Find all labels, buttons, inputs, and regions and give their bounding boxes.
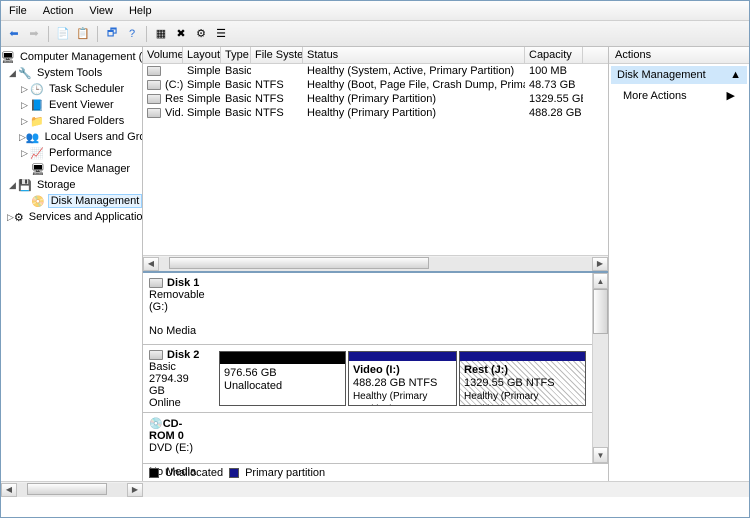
back-icon[interactable]: ⬅ [5, 25, 23, 43]
list-icon[interactable]: ☰ [212, 25, 230, 43]
settings-icon[interactable]: ⚙ [192, 25, 210, 43]
scroll-right-icon[interactable]: ▶ [592, 257, 608, 271]
graphical-view: Disk 1 Removable (G:) No Media Disk 2 Ba… [143, 271, 608, 481]
properties-icon[interactable]: 📋 [74, 25, 92, 43]
menu-help[interactable]: Help [121, 3, 160, 19]
table-row[interactable]: Vid... SimpleBasicNTFSHealthy (Primary P… [143, 106, 608, 120]
disk2-type: Basic [149, 361, 176, 373]
menu-action[interactable]: Action [35, 3, 82, 19]
col-volume[interactable]: Volume [143, 47, 183, 63]
volume-list: SimpleBasicHealthy (System, Active, Prim… [143, 64, 608, 255]
legend-swatch-unalloc [149, 468, 159, 478]
help-icon[interactable]: ? [123, 25, 141, 43]
disk-row[interactable]: Disk 1 Removable (G:) No Media [143, 273, 592, 345]
col-layout[interactable]: Layout [183, 47, 221, 63]
tree-pane: 🖥Computer Management (Local ◢🔧System Too… [1, 47, 143, 481]
tree-storage[interactable]: ◢💾Storage [1, 177, 142, 193]
forward-icon[interactable]: ➡ [25, 25, 43, 43]
tree-systools[interactable]: ◢🔧System Tools [1, 65, 142, 81]
disk-icon [149, 350, 163, 360]
volume-icon [147, 66, 161, 76]
tree-diskmgmt[interactable]: 📀Disk Management [1, 193, 142, 209]
volume-icon [147, 94, 161, 104]
col-fs[interactable]: File System [251, 47, 303, 63]
legend-label: Primary partition [245, 467, 325, 479]
list-header: Volume Layout Type File System Status Ca… [143, 47, 608, 64]
tree-perf[interactable]: ▷📈Performance [1, 145, 142, 161]
actions-diskmgmt[interactable]: Disk Management▲ [611, 66, 747, 84]
collapse-icon: ▲ [730, 69, 741, 81]
col-type[interactable]: Type [221, 47, 251, 63]
tree-lusers[interactable]: ▷👥Local Users and Groups [1, 129, 142, 145]
remove-icon[interactable]: ✖ [172, 25, 190, 43]
cdrom-icon: 💿 [149, 418, 163, 430]
mid-pane: Volume Layout Type File System Status Ca… [143, 47, 609, 481]
scroll-up-icon[interactable]: ▲ [593, 273, 608, 289]
tree-shfold[interactable]: ▷📁Shared Folders [1, 113, 142, 129]
tree-evview[interactable]: ▷📘Event Viewer [1, 97, 142, 113]
tree-tasksched[interactable]: ▷🕒Task Scheduler [1, 81, 142, 97]
partition-video[interactable]: Video (I:)488.28 GB NTFSHealthy (Primary… [348, 351, 457, 406]
disk2-size: 2794.39 GB [149, 373, 189, 397]
partition-rest[interactable]: Rest (J:)1329.55 GB NTFSHealthy (Primary… [459, 351, 586, 406]
tree-svcapps[interactable]: ▷⚙Services and Applications [1, 209, 142, 225]
disk2-state: Online [149, 397, 181, 409]
scroll-thumb[interactable] [27, 483, 107, 495]
scroll-thumb[interactable] [593, 289, 608, 334]
menu-view[interactable]: View [81, 3, 121, 19]
volume-icon [147, 108, 161, 118]
col-capacity[interactable]: Capacity [525, 47, 583, 63]
scroll-thumb[interactable] [169, 257, 429, 269]
actions-pane: Actions Disk Management▲ More Actions▶ [609, 47, 749, 481]
scroll-right-icon[interactable]: ▶ [127, 483, 143, 497]
tree-devmgr[interactable]: 🖥Device Manager [1, 161, 142, 177]
chevron-right-icon: ▶ [727, 89, 735, 102]
actions-more[interactable]: More Actions▶ [609, 86, 749, 105]
volume-icon [147, 80, 161, 90]
col-status[interactable]: Status [303, 47, 525, 63]
show-hide-icon[interactable]: 📄 [54, 25, 72, 43]
scroll-down-icon[interactable]: ▼ [593, 447, 608, 463]
h-scrollbar[interactable]: ◀ ▶ [143, 255, 608, 271]
legend: Unallocated Primary partition [143, 463, 608, 481]
scroll-left-icon[interactable]: ◀ [143, 257, 159, 271]
table-row[interactable]: Rest... SimpleBasicNTFSHealthy (Primary … [143, 92, 608, 106]
table-row[interactable]: SimpleBasicHealthy (System, Active, Prim… [143, 64, 608, 78]
legend-swatch-primary [229, 468, 239, 478]
scroll-left-icon[interactable]: ◀ [1, 483, 17, 497]
actions-header: Actions [609, 47, 749, 64]
disk-icon [149, 278, 163, 288]
tree-h-scrollbar[interactable]: ◀ ▶ [1, 481, 749, 497]
partition-unallocated[interactable]: 976.56 GBUnallocated [219, 351, 346, 406]
v-scrollbar[interactable]: ▲ ▼ [592, 273, 608, 463]
disk-row[interactable]: Disk 2 Basic 2794.39 GB Online 976.56 GB… [143, 345, 592, 413]
tree-root[interactable]: 🖥Computer Management (Local [1, 49, 142, 65]
action1-icon[interactable]: ▦ [152, 25, 170, 43]
refresh-icon[interactable]: 🗗 [103, 25, 121, 43]
disk1-nomedia: No Media [149, 325, 196, 337]
disk-row[interactable]: 💿CD-ROM 0 DVD (E:) No Media [143, 413, 592, 463]
table-row[interactable]: (C:) SimpleBasicNTFSHealthy (Boot, Page … [143, 78, 608, 92]
toolbar: ⬅ ➡ 📄 📋 🗗 ? ▦ ✖ ⚙ ☰ [1, 21, 749, 47]
menu-file[interactable]: File [1, 3, 35, 19]
disk1-type: Removable (G:) [149, 289, 205, 313]
cdrom-sub: DVD (E:) [149, 442, 193, 454]
menubar: File Action View Help [1, 1, 749, 21]
legend-label: Unallocated [165, 467, 223, 479]
